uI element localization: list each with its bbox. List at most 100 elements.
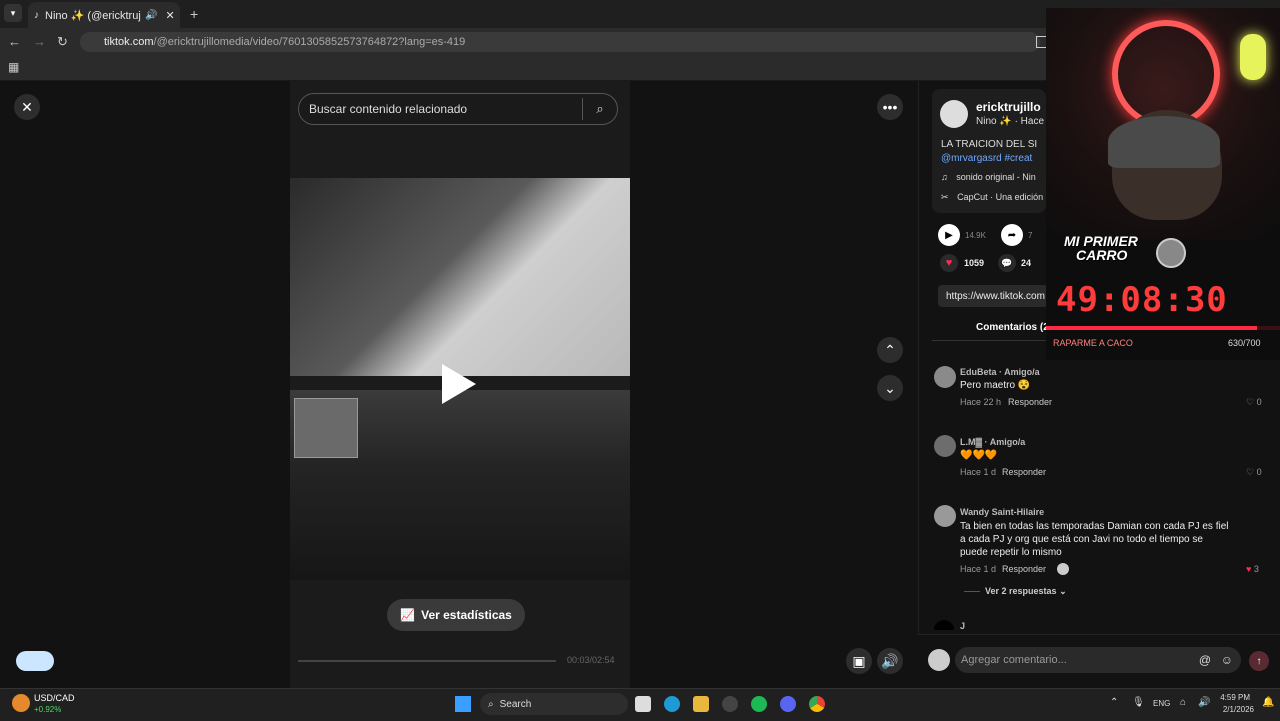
network-icon[interactable]: ⌂ <box>1180 697 1186 708</box>
comment-author[interactable]: EduBeta · Amigo/a <box>960 367 1040 377</box>
extension-widget[interactable] <box>16 651 54 671</box>
emoji-icon[interactable]: ☺ <box>1221 653 1233 667</box>
hashtags[interactable]: @mrvargasrd #creat <box>941 153 1032 164</box>
heart-icon: ♥ <box>1246 564 1252 574</box>
mic-icon[interactable]: 🎙 <box>1132 697 1145 708</box>
more-icon[interactable]: ••• <box>877 94 903 120</box>
comment-text: Ta bien en todas las temporadas Damian c… <box>960 521 1229 558</box>
comment-author[interactable]: L.M▓ · Amigo/a <box>960 437 1025 447</box>
comment-like[interactable]: ♡ 0 <box>1246 467 1262 478</box>
ticker-icon[interactable] <box>12 694 30 712</box>
notification-icon[interactable]: 🔔 <box>1262 697 1274 708</box>
view-replies-label: Ver 2 respuestas <box>985 586 1057 596</box>
stats-button[interactable]: 📈 Ver estadísticas <box>387 599 525 631</box>
play-count: 14.9K <box>965 231 986 240</box>
video-frame-top <box>290 178 630 376</box>
comment-time: Hace 1 d <box>960 467 997 477</box>
taskbar-search[interactable]: ⌕ Search <box>480 693 628 715</box>
new-tab-icon[interactable]: + <box>190 6 198 22</box>
webcam-thumbnail <box>294 398 358 458</box>
music-icon: ♫ <box>941 172 948 182</box>
chrome-icon[interactable] <box>809 696 825 712</box>
reload-icon[interactable]: ↻ <box>57 34 68 50</box>
comment-avatar[interactable] <box>934 366 956 388</box>
comment-avatar[interactable] <box>934 435 956 457</box>
view-replies[interactable]: Ver 2 respuestas ⌄ <box>985 586 1067 597</box>
caption: LA TRAICION DEL SI <box>941 139 1038 150</box>
capcut-icon: ✂ <box>941 192 949 202</box>
heart-icon[interactable]: ♥ <box>940 254 958 272</box>
comment-text: Pero maetro 😵 <box>960 380 1031 391</box>
tray-chevron-icon[interactable]: ⌃ <box>1110 697 1118 708</box>
cap <box>1108 116 1220 168</box>
browser-tab[interactable]: ♪ Nino ✨ (@ericktrujillome 🔊 ✕ <box>28 2 180 28</box>
apps-icon[interactable]: ▦ <box>8 60 19 74</box>
ticker-change: +0.92% <box>34 705 62 714</box>
reply-button[interactable]: Responder <box>1002 467 1046 477</box>
goal-fill <box>1046 326 1257 330</box>
forward-icon[interactable]: → <box>33 34 46 49</box>
pip-icon[interactable]: ▣ <box>846 648 872 674</box>
comment-icon[interactable]: 💬 <box>998 254 1016 272</box>
comment-like-count: 3 <box>1253 564 1259 574</box>
comment-like[interactable]: ♥ 3 <box>1246 564 1259 574</box>
edge-icon[interactable] <box>664 696 680 712</box>
play-icon[interactable] <box>442 364 476 404</box>
capcut-row[interactable]: ✂ CapCut · Una edición <box>941 192 1043 203</box>
search-input[interactable]: Buscar contenido relacionado ⌕ <box>298 93 618 125</box>
comment-time: Hace 1 d <box>960 564 997 574</box>
author-avatar[interactable] <box>940 100 968 128</box>
chevron-up-icon[interactable]: ⌃ <box>877 337 903 363</box>
comment-like[interactable]: ♡ 0 <box>1246 397 1262 408</box>
mention-icon[interactable]: @ <box>1199 653 1211 667</box>
video-time: 00:03/02:54 <box>567 655 615 665</box>
comment-like-count: 0 <box>1256 467 1262 477</box>
taskbar-search-label: Search <box>499 698 532 710</box>
goal-label: RAPARME A CACO <box>1053 338 1133 348</box>
discord-icon[interactable] <box>780 696 796 712</box>
search-icon[interactable]: ⌕ <box>582 98 617 120</box>
progress-track[interactable] <box>298 660 556 662</box>
volume-tray-icon[interactable]: 🔊 <box>1198 697 1210 708</box>
language[interactable]: ENG <box>1153 699 1170 708</box>
folder-icon[interactable] <box>693 696 709 712</box>
tab-list-icon[interactable]: ▾ <box>4 4 22 22</box>
close-tab-icon[interactable]: ✕ <box>165 9 174 22</box>
author-name[interactable]: ericktrujillo <box>976 100 1041 114</box>
stats-label: Ver estadísticas <box>421 608 512 622</box>
volume-icon[interactable]: 🔊 <box>877 648 903 674</box>
clock-date[interactable]: 2/1/2026 <box>1216 705 1254 714</box>
heart-outline-icon: ♡ <box>1246 467 1255 477</box>
sound-row[interactable]: ♫ sonido original - Nin <box>941 172 1036 182</box>
speaker-icon[interactable]: 🔊 <box>145 10 157 21</box>
tab-comments[interactable]: Comentarios (2 <box>976 322 1049 333</box>
close-icon[interactable]: ✕ <box>14 94 40 120</box>
search-icon: ⌕ <box>488 698 494 710</box>
windows-icon[interactable] <box>455 696 471 712</box>
creator-liked-avatar <box>1057 563 1069 575</box>
reply-button[interactable]: Responder <box>1002 564 1046 574</box>
send-icon[interactable]: ↑ <box>1249 651 1269 671</box>
comment-avatar[interactable] <box>934 505 956 527</box>
chart-icon: 📈 <box>400 608 416 622</box>
reply-button[interactable]: Responder <box>1008 397 1052 407</box>
address-bar[interactable]: tiktok.com/@ericktrujillomedia/video/760… <box>80 32 1040 52</box>
comment-input[interactable]: Agregar comentario... @ ☺ <box>955 647 1241 673</box>
back-icon[interactable]: ← <box>8 34 21 49</box>
share-link[interactable]: https://www.tiktok.com <box>938 285 1048 307</box>
comment-author[interactable]: Wandy Saint-Hilaire <box>960 507 1044 517</box>
goal-track <box>1046 326 1280 330</box>
url-domain: tiktok.com <box>104 36 154 48</box>
task-view-icon[interactable] <box>635 696 651 712</box>
ticker-name[interactable]: USD/CAD <box>34 693 75 703</box>
app-icon[interactable] <box>722 696 738 712</box>
spotify-icon[interactable] <box>751 696 767 712</box>
author-subtitle: Nino ✨ · Hace <box>976 116 1045 127</box>
comment-author[interactable]: J <box>960 621 965 631</box>
chevron-down-icon[interactable]: ⌄ <box>877 375 903 401</box>
clock-time[interactable]: 4:59 PM <box>1220 693 1250 702</box>
sound-label: sonido original - Nin <box>956 172 1036 182</box>
share-icon[interactable]: ➦ <box>1001 224 1023 246</box>
play-count-icon[interactable]: ▶ <box>938 224 960 246</box>
my-avatar <box>928 649 950 671</box>
